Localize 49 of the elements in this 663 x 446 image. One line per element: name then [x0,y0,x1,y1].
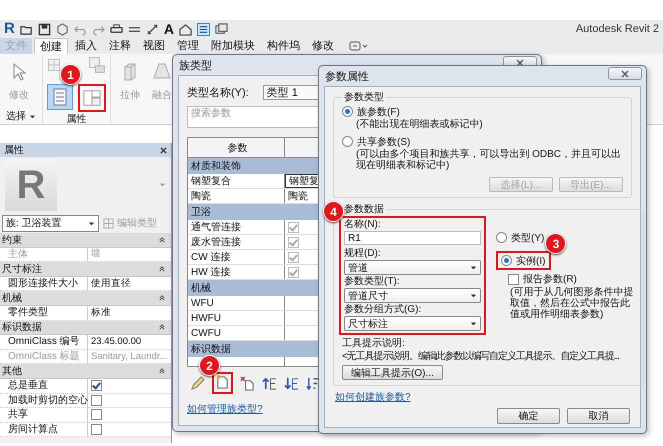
number-badge: 4 [323,201,344,222]
group-label: 标识数据 [2,320,42,334]
property-name-cell: 零件类型 [0,306,88,321]
parameter-name-cell: 废水管连接 [188,235,285,249]
group-label: 卫浴 [191,206,211,219]
group-label: 机械 [2,292,22,306]
panel-title: 属性 [4,144,24,157]
property-name-cell: 主体 [0,248,88,262]
parameter-name-cell: HWFU [188,311,285,325]
property-name-cell: 房间计算点 [0,422,88,438]
parameter-name-cell: 钢塑复合 [188,174,285,188]
option-note: (不能出现在明细表或标记中) [356,119,484,130]
property-name-cell: 圆形连接件大小 [0,276,88,292]
option-note: (可用于从几何图形条件中提取值，然后在公式中报告此值或用作明细表参数) [510,287,634,320]
property-name-cell: OmniClass 编号 [0,335,88,350]
field-label: 类型名称(Y): [187,86,249,100]
property-name-cell: OmniClass 标题 [0,350,88,364]
tooltip-text: <无工具提示说明。编辑此参数以编写自定义工具提示。自定义工具提... [342,350,620,363]
group-label: 尺寸标注 [2,262,42,276]
panel-label: 属性 [66,112,88,126]
property-name-cell: 加载时剪切的空心 [0,394,88,408]
field-label: 名称(N): [344,219,382,231]
window-title: Autodesk Revit 2 [576,23,659,35]
group-label: 标识数据 [191,342,231,356]
parameter-name-cell: 陶瓷 [188,189,285,203]
group-label: 机械 [191,282,211,295]
field-label: 参数分组方式(G): [344,304,422,316]
dialog-title: 参数属性 [325,70,369,84]
property-name-cell: 共享 [0,408,88,423]
property-name-cell: 总是垂直 [0,378,88,394]
group-label: 其他 [2,364,22,378]
parameter-name-cell: HW 连接 [188,265,285,279]
group-label: 材质和装饰 [191,160,241,173]
group-label: 约束 [2,234,22,247]
field-label: 规程(D): [344,248,382,260]
family-logo: R [5,159,57,211]
group-label: 参数类型 [343,90,385,104]
number-badge: 3 [545,233,566,254]
number-badge: 2 [199,355,220,376]
parameter-name-cell: CW 连接 [188,250,285,264]
option-note: (可以由多个项目和族共享，可以导出到 ODBC，并且可以出现在明细表和标记中) [356,149,622,171]
number-badge: 1 [60,64,81,85]
parameter-name-cell: WFU [188,296,285,310]
group-label: 参数数据 [343,202,385,216]
field-label: 参数类型(T): [344,276,401,288]
dialog-title: 族类型 [179,58,212,72]
parameter-name-cell: 通气管连接 [188,220,285,234]
parameter-name-cell: CWFU [188,326,285,340]
field-label: 工具提示说明: [342,338,406,350]
